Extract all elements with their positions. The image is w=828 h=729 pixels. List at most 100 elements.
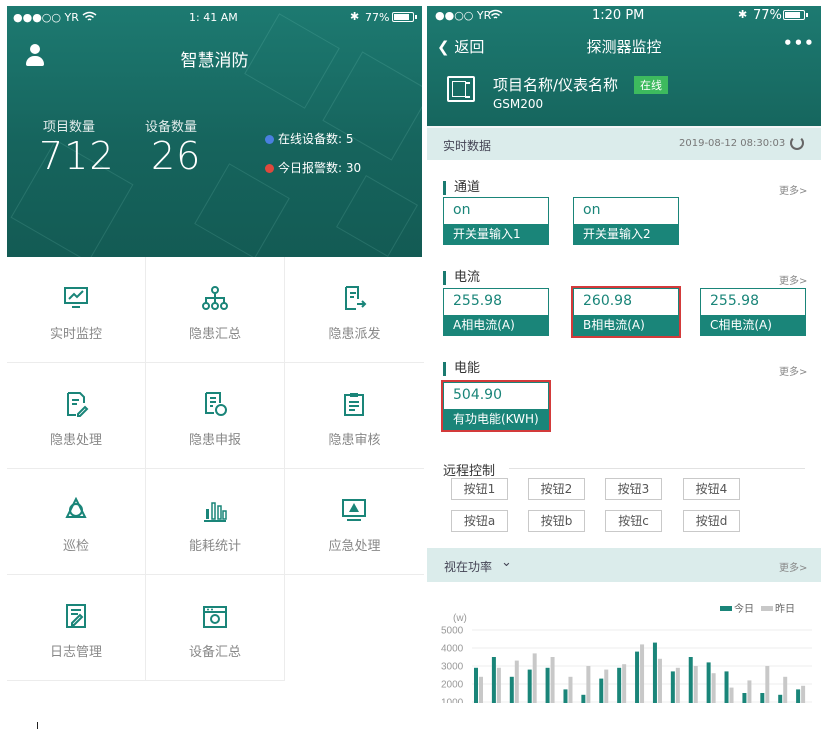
chevron-down-icon[interactable]: ⌄	[501, 555, 512, 570]
hierarchy-icon	[202, 286, 228, 310]
menu-label: 应急处理	[328, 539, 381, 554]
bar-today	[635, 651, 640, 703]
bar-today	[617, 667, 622, 703]
remote-button-b[interactable]: 按钮b	[528, 510, 585, 532]
bar-yesterday	[711, 673, 716, 703]
warning-screen-icon	[342, 499, 366, 521]
current-name: A相电流(A)	[444, 315, 548, 335]
battery-percent: 77%	[365, 11, 390, 24]
channel-value: on	[583, 202, 601, 218]
menu-label: 隐患处理	[49, 433, 102, 448]
power-bar-chart: (w) 5000 4000 3000 2000 1000 今日 昨日	[441, 602, 812, 704]
menu-grid: 实时监控 隐患汇总 隐患派发 隐患处理 隐患申报 隐患审核 巡检 能耗统计 应急…	[7, 257, 424, 683]
status-bar: ●●○○ YR 1:20 PM ✱ 77%	[427, 6, 821, 26]
menu-hazard-handle[interactable]: 隐患处理	[7, 363, 146, 469]
menu-realtime-monitor[interactable]: 实时监控	[7, 257, 146, 363]
y-tick-label: 1000	[441, 698, 464, 704]
remote-button-3[interactable]: 按钮3	[605, 478, 662, 500]
device-model: GSM200	[493, 97, 544, 111]
current-phase-a: 255.98 A相电流(A)	[443, 288, 549, 336]
menu-label: 设备汇总	[188, 645, 241, 660]
bar-yesterday	[729, 687, 734, 703]
channel-name: 开关量输入1	[444, 224, 548, 244]
remote-control-title: 远程控制	[443, 464, 496, 479]
remote-button-1[interactable]: 按钮1	[451, 478, 508, 500]
clipboard-icon	[344, 393, 364, 416]
power-selector-bar[interactable]: 视在功率 ⌄ 更多>	[427, 548, 821, 582]
online-status-badge: 在线	[634, 76, 668, 94]
battery-level	[785, 12, 801, 18]
channel-value: on	[453, 202, 471, 218]
bar-today	[706, 662, 711, 703]
remote-button-d[interactable]: 按钮d	[683, 510, 740, 532]
battery-percent: 77%	[753, 8, 782, 23]
carrier-signal: ●●○○ YR	[435, 9, 492, 22]
bar-today	[491, 657, 496, 703]
more-link-channel[interactable]: 更多>	[779, 182, 807, 197]
wifi-icon	[82, 11, 97, 21]
legend-swatch-today	[720, 606, 732, 611]
status-bar: ●●●○○ YR 1: 41 AM ✱ 77%	[7, 6, 422, 28]
bar-today	[670, 671, 675, 703]
bar-yesterday	[479, 676, 483, 703]
online-devices-line: 在线设备数: 5	[265, 130, 354, 147]
menu-device-summary[interactable]: 设备汇总	[146, 575, 285, 681]
project-count-label: 项目数量	[43, 120, 96, 135]
remote-button-4[interactable]: 按钮4	[683, 478, 740, 500]
monitor-chart-icon	[64, 287, 88, 308]
update-datetime: 2019-08-12 08:30:03	[679, 138, 786, 149]
alarm-line: 今日报警数: 30	[265, 159, 361, 176]
remote-button-a[interactable]: 按钮a	[451, 510, 508, 532]
remote-button-c[interactable]: 按钮c	[605, 510, 662, 532]
menu-log-management[interactable]: 日志管理	[7, 575, 146, 681]
bar-today	[724, 671, 729, 703]
bluetooth-icon: ✱	[350, 10, 360, 23]
online-devices-text: 在线设备数: 5	[278, 132, 354, 146]
realtime-data-panel: 通道 更多> on 开关量输入1 on 开关量输入2 电流 更多> 255.98…	[427, 160, 821, 548]
bar-yesterday	[532, 653, 537, 703]
menu-hazard-review[interactable]: 隐患审核	[285, 363, 424, 469]
refresh-icon[interactable]	[790, 136, 804, 150]
menu-hazard-dispatch[interactable]: 隐患派发	[285, 257, 424, 363]
more-link-current[interactable]: 更多>	[779, 272, 807, 287]
device-count-label: 设备数量	[145, 120, 198, 135]
menu-label: 日志管理	[49, 645, 102, 660]
bar-chart-icon	[204, 502, 227, 522]
bar-today	[652, 642, 657, 703]
bar-yesterday	[604, 669, 609, 703]
menu-label: 实时监控	[49, 327, 102, 342]
legend-label-today: 今日	[734, 602, 754, 615]
current-name: C相电流(A)	[701, 315, 805, 335]
current-value: 260.98	[583, 293, 632, 309]
bar-yesterday	[640, 644, 645, 703]
power-type-select[interactable]: 视在功率	[444, 558, 492, 575]
home-header: ●●●○○ YR 1: 41 AM ✱ 77% 智慧消防 项目数量 712 设备…	[7, 6, 422, 257]
remote-button-2[interactable]: 按钮2	[528, 478, 585, 500]
menu-energy-stats[interactable]: 能耗统计	[146, 469, 285, 575]
bar-yesterday	[657, 658, 662, 703]
device-box-icon	[203, 606, 227, 628]
section-title-current: 电流	[443, 271, 480, 285]
alarm-text: 今日报警数: 30	[278, 161, 362, 175]
document-send-icon	[345, 286, 367, 310]
detector-header: ●●○○ YR 1:20 PM ✱ 77% ❮ 返回 探测器监控 ••• 项目名…	[427, 6, 821, 126]
status-time: 1:20 PM	[592, 8, 645, 23]
more-link-power[interactable]: 更多>	[779, 559, 807, 574]
menu-label: 隐患审核	[328, 433, 381, 448]
bar-yesterday	[765, 666, 770, 703]
text-cursor	[37, 722, 38, 729]
legend-label-yesterday: 昨日	[775, 603, 795, 615]
more-link-energy[interactable]: 更多>	[779, 363, 807, 378]
bar-today	[688, 657, 693, 703]
detector-monitor-screen: ●●○○ YR 1:20 PM ✱ 77% ❮ 返回 探测器监控 ••• 项目名…	[427, 6, 821, 703]
more-options-icon[interactable]: •••	[783, 34, 815, 52]
menu-hazard-summary[interactable]: 隐患汇总	[146, 257, 285, 363]
menu-emergency[interactable]: 应急处理	[285, 469, 424, 575]
menu-hazard-report[interactable]: 隐患申报	[146, 363, 285, 469]
menu-label: 巡检	[62, 539, 89, 554]
bar-yesterday	[568, 676, 573, 703]
menu-patrol[interactable]: 巡检	[7, 469, 146, 575]
bar-yesterday	[550, 657, 555, 703]
active-energy: 504.90 有功电能(KWH)	[443, 382, 549, 430]
device-count-value: 26	[151, 134, 202, 178]
